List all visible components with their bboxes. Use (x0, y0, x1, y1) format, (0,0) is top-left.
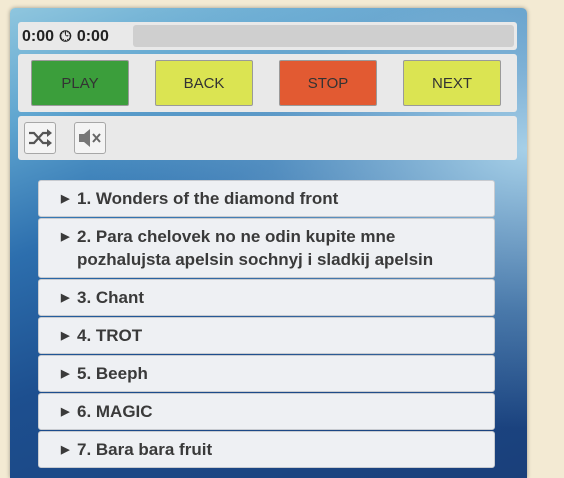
play-triangle-icon: ▶ (61, 444, 70, 456)
list-item[interactable]: ▶ 4. TROT (38, 317, 495, 354)
play-triangle-icon: ▶ (61, 292, 70, 304)
stop-button[interactable]: STOP (279, 60, 377, 106)
time-bar: 0:00 🕒︎ 0:00 (18, 22, 517, 50)
shuffle-button[interactable] (24, 122, 56, 154)
next-button[interactable]: NEXT (403, 60, 501, 106)
track-title: 4. TROT (77, 326, 143, 345)
track-title: 5. Beeph (77, 364, 148, 383)
play-triangle-icon: ▶ (61, 193, 70, 205)
play-button[interactable]: PLAY (31, 60, 129, 106)
play-triangle-icon: ▶ (61, 406, 70, 418)
track-title: 3. Chant (77, 288, 145, 307)
track-title: 7. Bara bara fruit (77, 440, 213, 459)
play-triangle-icon: ▶ (61, 231, 70, 243)
back-button[interactable]: BACK (155, 60, 253, 106)
list-item[interactable]: ▶ 6. MAGIC (38, 393, 495, 430)
list-item[interactable]: ▶ 3. Chant (38, 279, 495, 316)
list-item[interactable]: ▶ 7. Bara bara fruit (38, 431, 495, 468)
list-item[interactable]: ▶ 2. Para chelovek no ne odin kupite mne… (38, 218, 495, 278)
mute-icon (79, 129, 101, 147)
time-display: 0:00 🕒︎ 0:00 (22, 28, 109, 46)
shuffle-icon (29, 129, 52, 147)
music-player: 0:00 🕒︎ 0:00 PLAY BACK STOP NEXT ▶ 1. Wo… (10, 8, 527, 478)
track-title: 2. Para chelovek no ne odin kupite mne p… (77, 227, 434, 269)
control-buttons: PLAY BACK STOP NEXT (18, 54, 517, 112)
mute-button[interactable] (74, 122, 106, 154)
track-title: 6. MAGIC (77, 402, 153, 421)
clock-icon: 🕒︎ (59, 28, 72, 45)
play-triangle-icon: ▶ (61, 330, 70, 342)
list-item[interactable]: ▶ 1. Wonders of the diamond front (38, 180, 495, 217)
total-time: 0:00 (76, 28, 109, 45)
play-triangle-icon: ▶ (61, 368, 70, 380)
current-time: 0:00 (22, 28, 55, 45)
toolbar (18, 116, 517, 160)
list-item[interactable]: ▶ 5. Beeph (38, 355, 495, 392)
track-title: 1. Wonders of the diamond front (77, 189, 339, 208)
progress-bar[interactable] (133, 25, 514, 47)
